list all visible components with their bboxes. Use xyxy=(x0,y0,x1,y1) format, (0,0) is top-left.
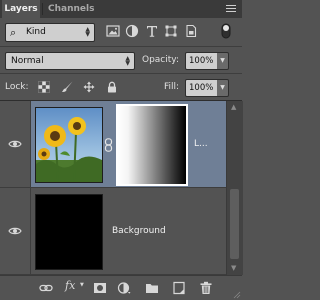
filter-kind-select[interactable]: ⌕ Kind ▲ ▼ xyxy=(5,23,95,42)
lock-all-icon[interactable] xyxy=(106,81,118,93)
lock-label: Lock: xyxy=(5,82,29,92)
blend-mode-value: Normal xyxy=(11,56,44,66)
new-group-icon[interactable] xyxy=(145,281,159,295)
blend-mode-select[interactable]: Normal ▲ ▼ xyxy=(5,52,135,70)
layers-scrollbar[interactable]: ▲ ▼ xyxy=(226,101,243,275)
filter-kind-label: Kind xyxy=(26,27,46,37)
lock-image-pixels-icon[interactable] xyxy=(61,81,73,93)
link-layers-icon[interactable] xyxy=(39,281,53,295)
scroll-up-arrow-icon[interactable]: ▲ xyxy=(231,103,236,111)
layers-panel: Layers Channels ⌕ Kind ▲ ▼ Normal ▲ ▼ Op… xyxy=(0,0,243,300)
visibility-column xyxy=(0,101,31,187)
opacity-label: Opacity: xyxy=(142,55,179,65)
adjustment-filter-icon[interactable] xyxy=(125,24,139,38)
delete-layer-icon[interactable] xyxy=(199,281,213,295)
panel-menu-icon[interactable] xyxy=(226,5,236,13)
mask-link-icon[interactable] xyxy=(104,138,113,152)
layers-list: L... Background xyxy=(0,101,226,275)
scroll-down-arrow-icon[interactable]: ▼ xyxy=(231,264,236,272)
fill-label: Fill: xyxy=(164,82,180,92)
fill-input[interactable]: 100% xyxy=(185,79,218,97)
filter-toggle-icon[interactable] xyxy=(218,23,234,39)
smart-object-filter-icon[interactable] xyxy=(184,24,198,38)
layer-filter-row: ⌕ Kind ▲ ▼ xyxy=(0,18,242,47)
lock-position-icon[interactable] xyxy=(83,81,95,93)
background-layer-thumbnail[interactable] xyxy=(35,194,103,270)
layer-thumbnail[interactable] xyxy=(35,107,103,183)
layer-row-background[interactable]: Background xyxy=(0,188,226,275)
tab-channels[interactable]: Channels xyxy=(48,0,94,18)
opacity-dropdown-arrow[interactable]: ▼ xyxy=(217,52,229,70)
layer-row[interactable]: L... xyxy=(0,101,226,188)
select-arrows-icon: ▲ ▼ xyxy=(125,55,130,67)
fill-dropdown-arrow[interactable]: ▼ xyxy=(217,79,229,97)
panel-tab-bar: Layers Channels xyxy=(0,0,242,18)
lock-transparent-pixels-icon[interactable] xyxy=(38,81,50,93)
new-adjustment-layer-icon[interactable] xyxy=(117,281,131,295)
opacity-input[interactable]: 100% xyxy=(185,52,218,70)
tab-divider xyxy=(42,3,43,15)
image-filter-icon[interactable] xyxy=(106,24,120,38)
new-layer-icon[interactable] xyxy=(172,281,186,295)
layer-name[interactable]: Background xyxy=(112,226,166,236)
layer-name[interactable]: L... xyxy=(194,139,208,149)
eye-icon[interactable] xyxy=(8,226,22,236)
shape-filter-icon[interactable] xyxy=(164,24,178,38)
fx-icon[interactable]: fx xyxy=(65,279,75,292)
add-mask-icon[interactable] xyxy=(93,281,107,295)
layer-mask-thumbnail[interactable] xyxy=(116,104,188,186)
scroll-thumb[interactable] xyxy=(230,189,239,259)
fx-menu-arrow-icon: ▼ xyxy=(80,282,84,288)
tab-layers[interactable]: Layers xyxy=(2,0,40,18)
eye-icon[interactable] xyxy=(8,139,22,149)
type-filter-icon[interactable] xyxy=(145,24,159,38)
select-arrows-icon: ▲ ▼ xyxy=(85,26,90,38)
visibility-column xyxy=(0,188,31,274)
layers-footer: fx ▼ xyxy=(0,275,242,300)
resize-grip-icon[interactable] xyxy=(233,291,241,299)
lock-row: Lock: Fill: 100% ▼ xyxy=(0,74,242,101)
blend-mode-row: Normal ▲ ▼ Opacity: 100% ▼ xyxy=(0,47,242,74)
search-icon: ⌕ xyxy=(10,26,17,39)
